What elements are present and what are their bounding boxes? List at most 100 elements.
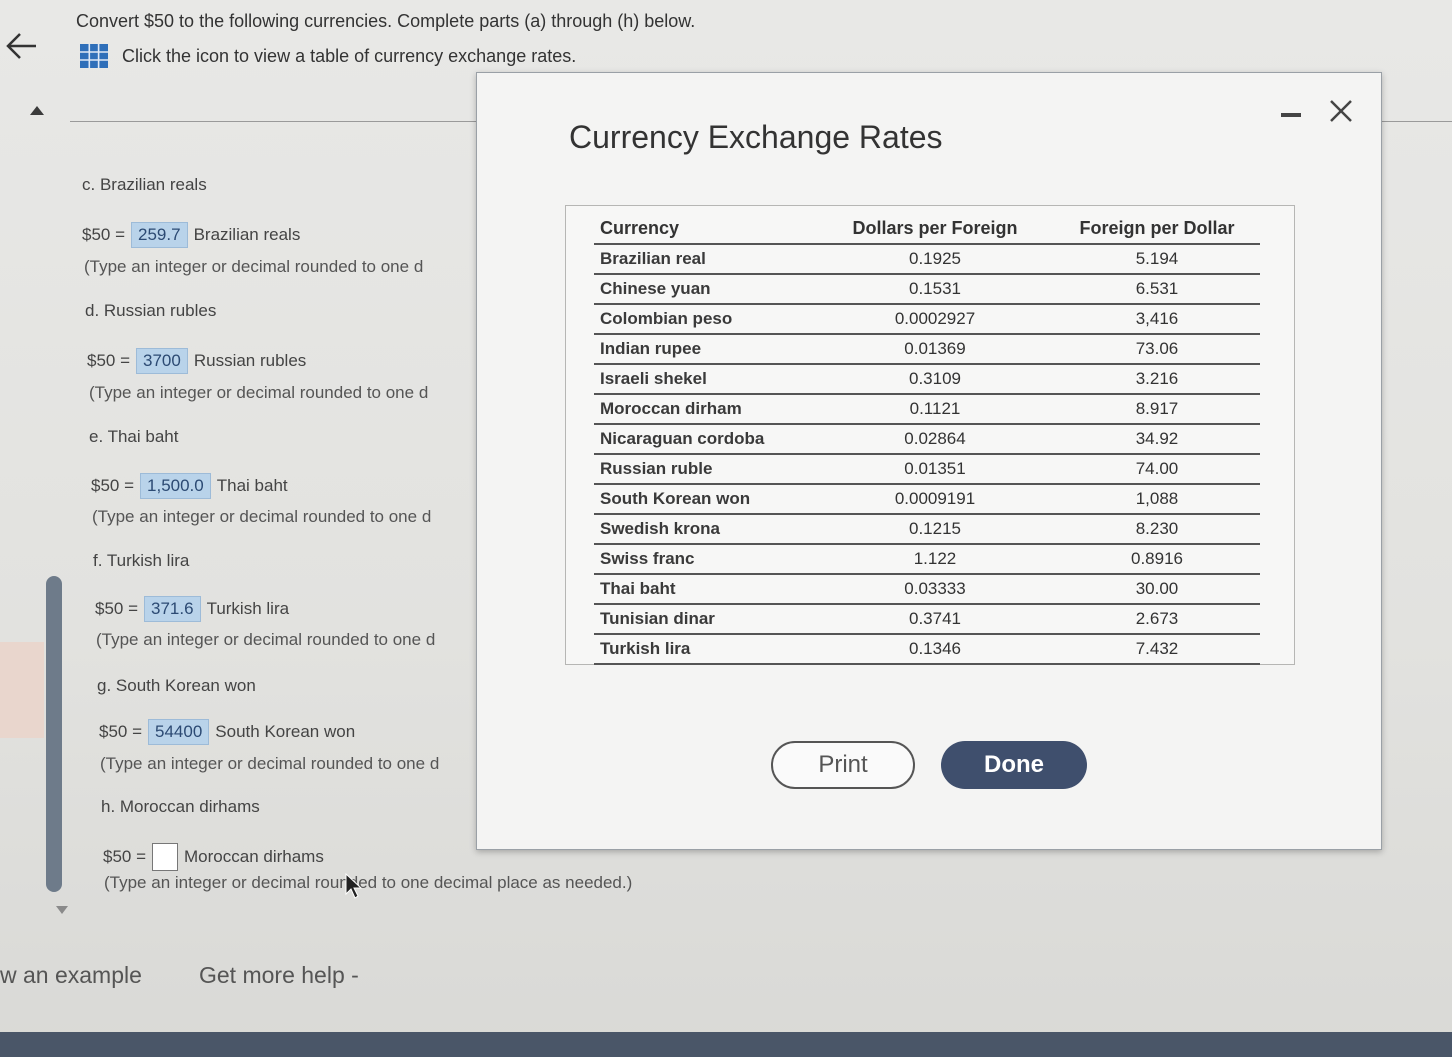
cell-dollars-per-foreign: 0.02864 (816, 424, 1054, 455)
rates-header-row: Currency Dollars per Foreign Foreign per… (594, 214, 1260, 245)
part-f-answer-box[interactable]: 371.6 (144, 596, 201, 622)
part-c-hint: (Type an integer or decimal rounded to o… (84, 257, 424, 276)
part-d-hint: (Type an integer or decimal rounded to o… (89, 383, 429, 402)
part-c-answer-box[interactable]: 259.7 (131, 222, 188, 248)
cell-currency: Moroccan dirham (594, 394, 816, 425)
screen: Convert $50 to the following currencies.… (0, 0, 1452, 1057)
part-e-prefix: $50 = (91, 476, 135, 495)
part-e-label: e. Thai baht (89, 427, 179, 446)
part-f-answer-line: $50 = 371.6 Turkish lira (95, 596, 289, 622)
get-more-help-link[interactable]: Get more help - (199, 962, 359, 989)
cell-dollars-per-foreign: 0.1531 (816, 274, 1054, 305)
cell-foreign-per-dollar: 1,088 (1054, 484, 1260, 515)
cell-foreign-per-dollar: 0.8916 (1054, 544, 1260, 575)
part-f-prefix: $50 = (95, 599, 139, 618)
view-example-link[interactable]: w an example (0, 962, 142, 989)
header-dollars-per-foreign: Dollars per Foreign (816, 214, 1054, 245)
part-g-unit: South Korean won (215, 722, 356, 741)
cell-currency: Brazilian real (594, 244, 816, 275)
print-button[interactable]: Print (771, 741, 915, 789)
part-d-unit: Russian rubles (193, 351, 307, 370)
part-e-hint: (Type an integer or decimal rounded to o… (92, 507, 432, 526)
rates-row: Moroccan dirham 0.1121 8.917 (594, 394, 1260, 425)
cell-foreign-per-dollar: 8.917 (1054, 394, 1260, 425)
part-h-unit: Moroccan dirhams (184, 847, 324, 866)
cell-foreign-per-dollar: 3.216 (1054, 364, 1260, 395)
minimize-icon[interactable] (1281, 113, 1301, 117)
scroll-up-icon[interactable] (30, 106, 44, 115)
cell-currency: Swiss franc (594, 544, 816, 575)
cell-dollars-per-foreign: 0.3741 (816, 604, 1054, 635)
part-e-answer-box[interactable]: 1,500.0 (140, 473, 211, 499)
part-f-label: f. Turkish lira (93, 551, 190, 570)
cell-currency: Swedish krona (594, 514, 816, 545)
part-h-prefix: $50 = (103, 847, 147, 866)
question-title: Convert $50 to the following currencies.… (76, 11, 696, 31)
rates-row: South Korean won 0.0009191 1,088 (594, 484, 1260, 515)
cell-foreign-per-dollar: 8.230 (1054, 514, 1260, 545)
cell-foreign-per-dollar: 3,416 (1054, 304, 1260, 335)
close-icon[interactable] (1323, 93, 1359, 129)
part-c-prefix: $50 = (82, 225, 126, 244)
cell-dollars-per-foreign: 0.1215 (816, 514, 1054, 545)
cell-dollars-per-foreign: 0.1346 (816, 634, 1054, 665)
cell-foreign-per-dollar: 73.06 (1054, 334, 1260, 365)
cell-currency: Russian ruble (594, 454, 816, 485)
cell-currency: Thai baht (594, 574, 816, 605)
scrollbar-thumb[interactable] (46, 576, 62, 892)
cell-currency: Chinese yuan (594, 274, 816, 305)
part-h-answer-input[interactable] (152, 843, 179, 871)
part-d-answer-box[interactable]: 3700 (136, 348, 188, 374)
part-h-answer-line: $50 = Moroccan dirhams (103, 843, 324, 871)
hint-text: Click the icon to view a table of curren… (122, 45, 577, 66)
part-c-answer-line: $50 = 259.7 Brazilian reals (82, 222, 300, 248)
rates-row: Swedish krona 0.1215 8.230 (594, 514, 1260, 545)
cell-foreign-per-dollar: 74.00 (1054, 454, 1260, 485)
rates-row: Swiss franc 1.122 0.8916 (594, 544, 1260, 575)
part-g-hint: (Type an integer or decimal rounded to o… (100, 754, 440, 773)
part-g-answer-line: $50 = 54400 South Korean won (99, 719, 355, 745)
rates-table-container: Currency Dollars per Foreign Foreign per… (565, 205, 1295, 665)
part-g-answer-box[interactable]: 54400 (148, 719, 210, 745)
part-d-answer-line: $50 = 3700 Russian rubles (87, 348, 306, 374)
dialog-title: Currency Exchange Rates (569, 119, 943, 155)
cell-currency: Tunisian dinar (594, 604, 816, 635)
part-d-label: d. Russian rubles (85, 301, 217, 320)
part-c-unit: Brazilian reals (193, 225, 301, 244)
cell-dollars-per-foreign: 0.1121 (816, 394, 1054, 425)
part-e-unit: Thai baht (216, 476, 288, 495)
rates-row: Israeli shekel 0.3109 3.216 (594, 364, 1260, 395)
exchange-rates-dialog: Currency Exchange Rates Currency Dollars… (476, 72, 1382, 850)
part-c-label: c. Brazilian reals (82, 175, 207, 194)
side-highlight (0, 642, 44, 738)
cell-currency: Israeli shekel (594, 364, 816, 395)
back-arrow-icon[interactable] (2, 26, 42, 66)
rates-row: Nicaraguan cordoba 0.02864 34.92 (594, 424, 1260, 455)
part-e-answer-line: $50 = 1,500.0 Thai baht (91, 473, 288, 499)
header-foreign-per-dollar: Foreign per Dollar (1054, 214, 1260, 245)
done-button[interactable]: Done (941, 741, 1087, 789)
cell-currency: Turkish lira (594, 634, 816, 665)
rates-row: Indian rupee 0.01369 73.06 (594, 334, 1260, 365)
cell-currency: Nicaraguan cordoba (594, 424, 816, 455)
scroll-down-icon[interactable] (56, 906, 68, 914)
table-icon[interactable] (80, 44, 108, 68)
header-currency: Currency (594, 214, 816, 245)
cell-foreign-per-dollar: 6.531 (1054, 274, 1260, 305)
part-h-label: h. Moroccan dirhams (101, 797, 260, 816)
rates-table: Currency Dollars per Foreign Foreign per… (594, 214, 1260, 665)
part-g-label: g. South Korean won (97, 676, 256, 695)
cell-dollars-per-foreign: 0.01369 (816, 334, 1054, 365)
part-d-prefix: $50 = (87, 351, 131, 370)
mouse-cursor-icon (345, 872, 363, 899)
cell-dollars-per-foreign: 0.01351 (816, 454, 1054, 485)
cell-foreign-per-dollar: 5.194 (1054, 244, 1260, 275)
cell-foreign-per-dollar: 2.673 (1054, 604, 1260, 635)
exchange-table-hint: Click the icon to view a table of curren… (80, 44, 576, 68)
cell-foreign-per-dollar: 30.00 (1054, 574, 1260, 605)
rates-row: Turkish lira 0.1346 7.432 (594, 634, 1260, 665)
part-f-hint: (Type an integer or decimal rounded to o… (96, 630, 436, 649)
rates-row: Brazilian real 0.1925 5.194 (594, 244, 1260, 275)
cell-dollars-per-foreign: 0.3109 (816, 364, 1054, 395)
cell-dollars-per-foreign: 0.0002927 (816, 304, 1054, 335)
